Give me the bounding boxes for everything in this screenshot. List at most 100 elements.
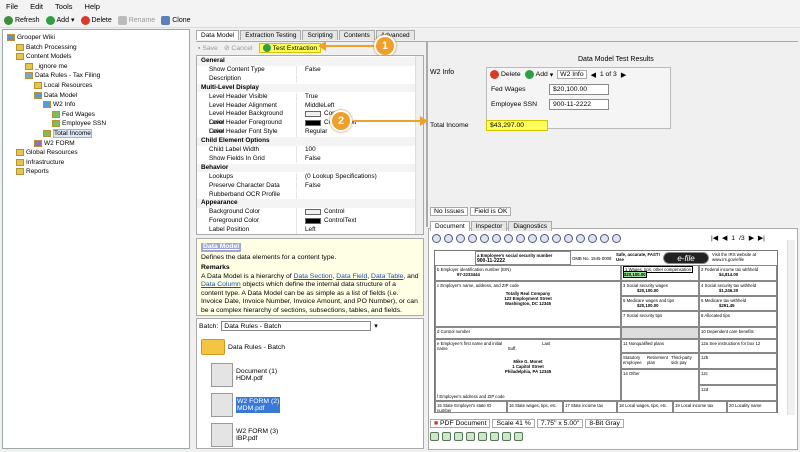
ocr-icon[interactable] — [430, 432, 439, 441]
cancel-button[interactable]: ⊘ Cancel — [224, 44, 253, 52]
tree-node[interactable]: Employee SSN — [52, 119, 106, 128]
property-row[interactable]: Lookups (0 Lookup Specifications) — [197, 172, 417, 182]
select-icon[interactable] — [456, 234, 465, 243]
note-icon[interactable] — [514, 432, 523, 441]
clone-button[interactable]: Clone — [161, 15, 191, 25]
property-row[interactable]: Preserve Character Data False — [197, 181, 417, 191]
menu-tools[interactable]: Tools — [55, 2, 73, 11]
settings-icon[interactable] — [478, 432, 487, 441]
property-row[interactable]: Rubberband OCR Profile — [197, 190, 417, 199]
section-combo[interactable]: W2 Info — [557, 70, 587, 79]
section-delete-button[interactable]: Delete — [490, 70, 521, 79]
print-icon[interactable] — [600, 234, 609, 243]
batch-root[interactable]: Data Rules - Batch — [201, 339, 285, 355]
batch-document[interactable]: W2 FORM (3) IBP.pdf — [211, 423, 278, 447]
menu-help[interactable]: Help — [85, 2, 100, 11]
splitter[interactable] — [426, 41, 428, 227]
tree-node[interactable]: _ignore me — [25, 62, 68, 71]
property-row[interactable]: Level Header Visible True — [197, 92, 417, 102]
prev-icon[interactable]: ◀ — [591, 71, 596, 79]
help-title[interactable]: Data Model — [203, 243, 239, 250]
viewer-scrollbar[interactable] — [787, 240, 795, 415]
tab-data-model[interactable]: Data Model — [196, 30, 240, 40]
zoom-fit-icon[interactable] — [516, 234, 525, 243]
open-icon[interactable] — [432, 234, 441, 243]
tab-scripting[interactable]: Scripting — [302, 30, 338, 40]
tree-node[interactable]: Data Model — [34, 91, 77, 100]
link-data-table[interactable]: Data Table — [371, 273, 403, 280]
property-row[interactable]: Child Label Width 100 — [197, 146, 417, 155]
tree-node[interactable]: Global Resources — [16, 148, 78, 157]
tab-document[interactable]: Document — [430, 221, 470, 231]
tree-node[interactable]: Data Rules - Tax Filing — [25, 71, 100, 80]
next-icon[interactable]: ▶ — [621, 71, 626, 79]
tab-contents[interactable]: Contents — [338, 30, 375, 40]
next-page-icon[interactable]: ▶ — [749, 234, 754, 242]
batch-document[interactable]: Document (1) HDM.pdf — [211, 363, 277, 387]
property-scrollbar[interactable] — [415, 56, 423, 234]
prev-page-icon[interactable]: ◀ — [722, 234, 727, 242]
tree-node[interactable]: W2 FORM — [34, 139, 75, 148]
tree-node[interactable]: Fed Wages — [52, 110, 95, 119]
tree-node[interactable]: Reports — [16, 167, 49, 176]
field-employee-ssn[interactable]: 900-11-2222 — [549, 99, 609, 110]
link-data-column[interactable]: Data Column — [201, 281, 241, 288]
tab-diagnostics[interactable]: Diagnostics — [508, 221, 552, 231]
tree-node[interactable]: Content Models — [16, 52, 72, 61]
menu-edit[interactable]: Edit — [30, 2, 43, 11]
tree-node[interactable]: Infrastructure — [16, 158, 64, 167]
menu-file[interactable]: File — [6, 2, 18, 11]
property-row[interactable]: Level Header Background ColorControl — [197, 110, 417, 126]
property-row[interactable]: Description — [197, 74, 417, 84]
zoom-100-icon[interactable] — [552, 234, 561, 243]
tab-inspector[interactable]: Inspector — [470, 221, 508, 231]
tab-extraction-testing[interactable]: Extraction Testing — [240, 30, 302, 40]
zoom-custom-icon[interactable] — [576, 234, 585, 243]
last-page-icon[interactable]: ▶| — [758, 234, 765, 242]
grid-icon[interactable] — [588, 234, 597, 243]
property-row[interactable]: Label Position Left — [197, 226, 417, 234]
property-row[interactable]: Level Header Alignment MiddleLeft — [197, 101, 417, 110]
zoom-out-icon[interactable] — [504, 234, 513, 243]
issues-status[interactable]: No Issues — [430, 207, 469, 216]
add-button[interactable]: Add ▾ — [45, 15, 75, 25]
property-row[interactable]: Level Header Font Style Regular — [197, 128, 417, 137]
tree-node[interactable]: Local Resources — [34, 81, 92, 90]
page-number[interactable]: 1 — [731, 235, 735, 242]
property-row[interactable]: Background Color Control — [197, 208, 417, 217]
tree-node[interactable]: W2 Info — [43, 100, 75, 109]
node-tree[interactable]: Grooper Wiki Batch Processing Content Mode… — [2, 29, 190, 449]
search-icon[interactable] — [490, 432, 499, 441]
ruler-icon[interactable] — [466, 432, 475, 441]
link-data-field[interactable]: Data Field — [336, 273, 367, 280]
tree-node[interactable]: Total Income — [43, 129, 92, 138]
pan-icon[interactable] — [444, 234, 453, 243]
field-fed-wages[interactable]: $20,100.00 — [549, 84, 609, 95]
test-extraction-button[interactable]: Test Extraction — [258, 43, 322, 53]
zoom-area-icon[interactable] — [564, 234, 573, 243]
property-row[interactable]: Show Content Type False — [197, 65, 417, 75]
batch-dropdown-icon[interactable]: ▾ — [374, 322, 377, 330]
rename-button[interactable]: Rename — [117, 15, 155, 25]
batch-document[interactable]: W2 FORM (2) MDM.pdf — [211, 393, 281, 417]
zoom-in-icon[interactable] — [492, 234, 501, 243]
rotate-icon[interactable] — [468, 234, 477, 243]
field-total-income[interactable]: $43,297.00 — [486, 120, 548, 131]
batch-select[interactable]: Data Rules - Batch — [221, 321, 372, 331]
refresh-icon[interactable] — [442, 432, 451, 441]
layout-icon[interactable] — [454, 432, 463, 441]
tree-node[interactable]: Grooper Wiki — [7, 33, 55, 42]
tree-node[interactable]: Batch Processing — [16, 43, 77, 52]
property-grid[interactable]: General Show Content Type False Description… — [196, 55, 424, 235]
first-page-icon[interactable]: |◀ — [711, 234, 718, 242]
property-row[interactable]: Show Fields In Grid False — [197, 154, 417, 164]
refresh-button[interactable]: Refresh — [4, 15, 40, 25]
save-icon[interactable] — [612, 234, 621, 243]
property-row[interactable]: Foreground Color ControlText — [197, 217, 417, 226]
delete-button[interactable]: Delete — [80, 15, 112, 25]
zoom-page-icon[interactable] — [540, 234, 549, 243]
tag-icon[interactable] — [502, 432, 511, 441]
page-icon[interactable] — [480, 234, 489, 243]
link-data-section[interactable]: Data Section — [294, 273, 333, 280]
zoom-width-icon[interactable] — [528, 234, 537, 243]
